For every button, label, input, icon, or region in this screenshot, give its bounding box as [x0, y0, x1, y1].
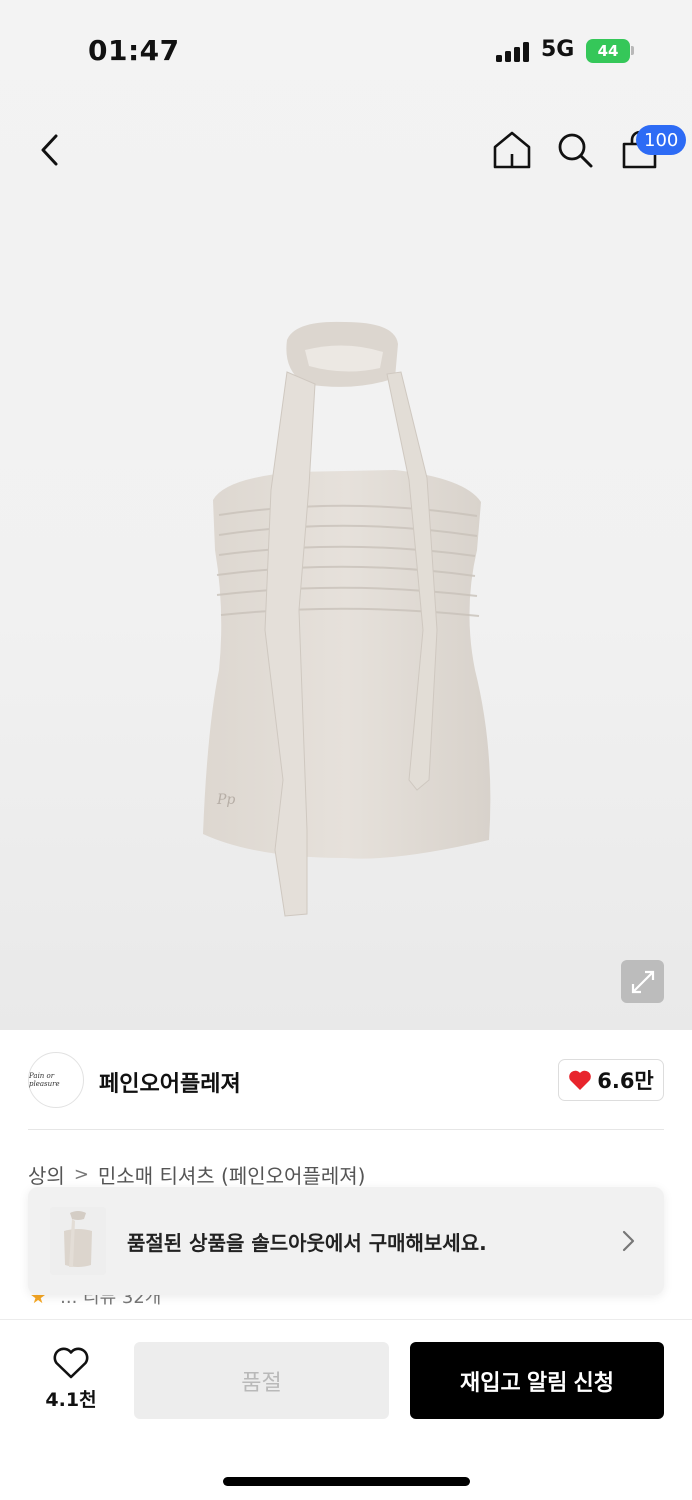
brand-logo[interactable]: Pain or pleasure: [28, 1052, 84, 1108]
status-time: 01:47: [88, 34, 180, 67]
battery-tip: [631, 46, 634, 55]
home-indicator[interactable]: [223, 1477, 470, 1486]
search-icon[interactable]: [556, 131, 594, 169]
cart-count-badge: 100: [636, 125, 687, 155]
divider: [28, 1129, 664, 1130]
brand-logo-text: Pain or pleasure: [29, 1072, 60, 1088]
expand-icon: [631, 970, 654, 993]
banner-thumbnail: [50, 1207, 106, 1275]
battery-icon: 44: [586, 39, 630, 63]
breadcrumb-category[interactable]: 상의: [28, 1160, 65, 1189]
heart-filled-icon: [569, 1070, 592, 1090]
soldout-promo-banner[interactable]: 품절된 상품을 솔드아웃에서 구매해보세요.: [28, 1187, 664, 1295]
battery-level: 44: [597, 42, 619, 60]
soldout-button[interactable]: 품절: [134, 1342, 389, 1419]
wishlist-count: 4.1천: [45, 1389, 97, 1411]
brand-like-button[interactable]: 6.6만: [558, 1059, 664, 1101]
chevron-right-icon: [622, 1230, 635, 1252]
svg-text:Pp: Pp: [216, 792, 235, 808]
expand-image-button[interactable]: [621, 960, 664, 1003]
home-icon[interactable]: [492, 130, 532, 170]
banner-message: 품절된 상품을 솔드아웃에서 구매해보세요.: [127, 1231, 487, 1255]
heart-icon[interactable]: [52, 1346, 90, 1380]
breadcrumb: 상의 > 민소매 티셔츠 (페인오어플레져): [28, 1160, 365, 1189]
network-label: 5G: [541, 37, 575, 62]
product-photo: Pp: [203, 321, 491, 917]
bottom-bar-divider: [0, 1319, 692, 1320]
signal-icon: [496, 42, 532, 62]
breadcrumb-subcategory[interactable]: 민소매 티셔츠 (페인오어플레져): [98, 1160, 366, 1189]
brand-like-count: 6.6만: [597, 1069, 654, 1093]
back-icon[interactable]: [36, 132, 64, 168]
breadcrumb-separator: >: [73, 1164, 89, 1185]
brand-name[interactable]: 페인오어플레져: [99, 1066, 241, 1098]
restock-alert-button[interactable]: 재입고 알림 신청: [410, 1342, 664, 1419]
